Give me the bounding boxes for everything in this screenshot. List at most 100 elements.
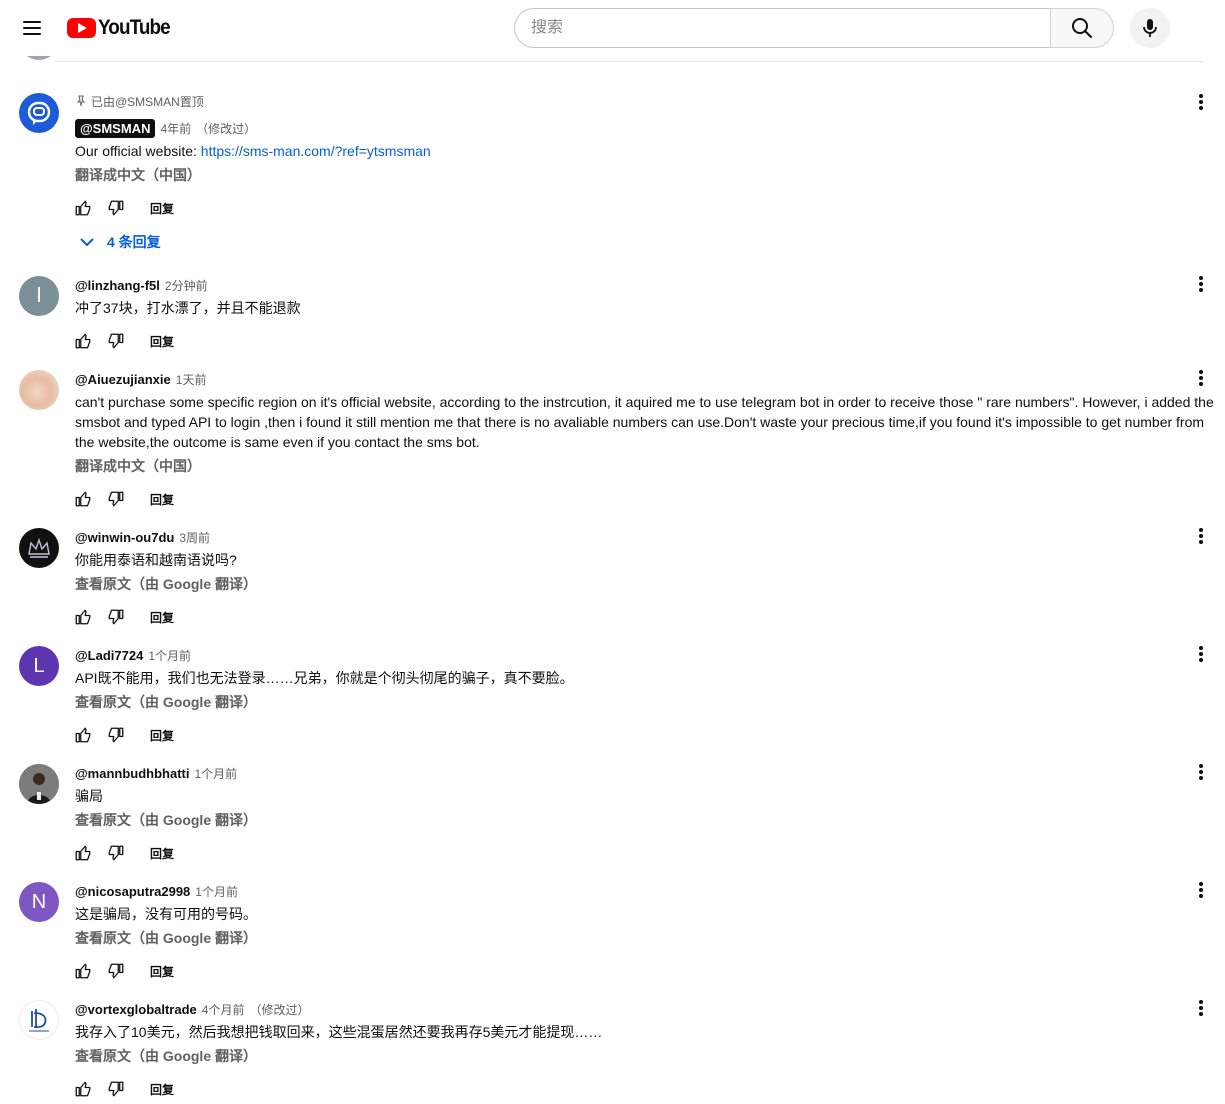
dislike-button[interactable] — [100, 1073, 132, 1104]
comment-text: can't purchase some specific region on i… — [75, 394, 1214, 450]
like-button[interactable] — [67, 325, 99, 357]
comment-author[interactable]: @vortexglobaltrade — [75, 1002, 197, 1017]
thumb-up-icon — [75, 491, 91, 507]
dislike-button[interactable] — [100, 483, 132, 515]
translate-button[interactable]: 查看原文（由 Google 翻译） — [75, 928, 1215, 948]
view-replies-button[interactable]: 4 条回复 — [79, 233, 1215, 251]
avatar[interactable]: l — [19, 276, 59, 316]
translate-button[interactable]: 查看原文（由 Google 翻译） — [75, 692, 1215, 712]
like-button[interactable] — [67, 192, 99, 224]
like-button[interactable] — [67, 719, 99, 751]
pinned-label: 已由@SMSMAN置顶 — [75, 92, 1215, 110]
thumb-down-icon — [108, 609, 124, 625]
person-photo-icon — [19, 764, 59, 804]
reply-button[interactable]: 回复 — [144, 483, 180, 516]
dislike-button[interactable] — [100, 837, 132, 869]
comment-author[interactable]: @mannbudhbhatti — [75, 766, 190, 781]
avatar[interactable] — [19, 370, 59, 410]
thumb-up-icon — [75, 1081, 91, 1097]
reply-button[interactable]: 回复 — [144, 325, 180, 358]
vortex-logo-icon — [29, 1009, 49, 1032]
reply-button[interactable]: 回复 — [144, 837, 180, 870]
avatar[interactable] — [19, 764, 59, 804]
dislike-button[interactable] — [100, 719, 132, 751]
comment-text: 这是骗局，没有可用的号码。 — [75, 906, 257, 922]
translate-button[interactable]: 翻译成中文（中国） — [75, 456, 1215, 476]
edited-label: （修改过） — [249, 1002, 310, 1017]
avatar[interactable] — [19, 1000, 59, 1040]
avatar-letter: N — [31, 890, 47, 913]
comment-text: 我存入了10美元，然后我想把钱取回来，这些混蛋居然还要我再存5美元才能提现…… — [75, 1024, 603, 1040]
avatar[interactable] — [19, 93, 59, 133]
comment-author[interactable]: @Aiuezujianxie — [75, 372, 171, 387]
crown-icon — [28, 537, 50, 558]
like-button[interactable] — [67, 1073, 99, 1104]
menu-icon[interactable] — [14, 10, 50, 46]
thumb-up-icon — [75, 963, 91, 979]
dislike-button[interactable] — [100, 325, 132, 357]
comment-author[interactable]: @linzhang-f5l — [75, 278, 160, 293]
search-box — [514, 8, 1051, 48]
more-actions-button[interactable] — [1189, 996, 1213, 1020]
comment-author[interactable]: @Ladi7724 — [75, 648, 143, 663]
reply-button[interactable]: 回复 — [144, 601, 180, 634]
masthead: YouTube — [0, 0, 1225, 56]
more-actions-button[interactable] — [1189, 366, 1213, 390]
comment-time[interactable]: 1个月前 — [195, 883, 238, 900]
comment-time[interactable]: 3周前 — [179, 529, 210, 546]
voice-search-button[interactable] — [1130, 8, 1170, 48]
comment-time[interactable]: 1个月前 — [195, 765, 238, 782]
more-vert-icon — [1199, 93, 1203, 111]
reply-button[interactable]: 回复 — [144, 955, 180, 988]
comment-time[interactable]: 4年前 — [160, 120, 191, 137]
search-icon — [1072, 18, 1092, 38]
thumb-down-icon — [108, 1081, 124, 1097]
more-vert-icon — [1199, 645, 1203, 663]
comment-text: 你能用泰语和越南语说吗? — [75, 552, 237, 568]
more-actions-button[interactable] — [1189, 90, 1213, 114]
thumb-down-icon — [108, 200, 124, 216]
comment-author[interactable]: @SMSMAN — [75, 118, 156, 138]
translate-button[interactable]: 翻译成中文（中国） — [75, 165, 1215, 185]
like-button[interactable] — [67, 837, 99, 869]
more-actions-button[interactable] — [1189, 272, 1213, 296]
comment-time[interactable]: 2分钟前 — [165, 277, 208, 294]
more-vert-icon — [1199, 999, 1203, 1017]
more-actions-button[interactable] — [1189, 878, 1213, 902]
thumb-up-icon — [75, 845, 91, 861]
translate-button[interactable]: 查看原文（由 Google 翻译） — [75, 574, 1215, 594]
thumb-down-icon — [108, 727, 124, 743]
reply-button[interactable]: 回复 — [144, 719, 180, 752]
dislike-button[interactable] — [100, 601, 132, 633]
translate-button[interactable]: 查看原文（由 Google 翻译） — [75, 1046, 1215, 1066]
comment-time[interactable]: 1个月前 — [148, 647, 191, 664]
like-button[interactable] — [67, 483, 99, 515]
youtube-logo[interactable]: YouTube — [67, 16, 178, 39]
comment-author[interactable]: @nicosaputra2998 — [75, 884, 190, 899]
reply-button[interactable]: 回复 — [144, 1073, 180, 1104]
logo-text: YouTube — [98, 16, 171, 39]
comment-time[interactable]: 4个月前 — [202, 1001, 245, 1018]
like-button[interactable] — [67, 601, 99, 633]
reply-button[interactable]: 回复 — [144, 192, 180, 225]
search-input[interactable] — [531, 19, 1051, 37]
comment-link[interactable]: https://sms-man.com/?ref=ytsmsman — [201, 143, 431, 159]
thumb-up-icon — [75, 200, 91, 216]
dislike-button[interactable] — [100, 955, 132, 987]
comment-author[interactable]: @winwin-ou7du — [75, 530, 174, 545]
more-actions-button[interactable] — [1189, 760, 1213, 784]
dislike-button[interactable] — [100, 192, 132, 224]
edited-label: （修改过） — [196, 121, 257, 136]
like-button[interactable] — [67, 955, 99, 987]
avatar-letter: L — [33, 654, 45, 677]
avatar[interactable] — [19, 528, 59, 568]
avatar[interactable]: L — [19, 646, 59, 686]
comment-time[interactable]: 1天前 — [176, 371, 207, 388]
thumb-down-icon — [108, 963, 124, 979]
more-vert-icon — [1199, 763, 1203, 781]
more-actions-button[interactable] — [1189, 524, 1213, 548]
search-button[interactable] — [1050, 8, 1114, 48]
translate-button[interactable]: 查看原文（由 Google 翻译） — [75, 810, 1215, 830]
avatar[interactable]: N — [19, 882, 59, 922]
more-actions-button[interactable] — [1189, 642, 1213, 666]
